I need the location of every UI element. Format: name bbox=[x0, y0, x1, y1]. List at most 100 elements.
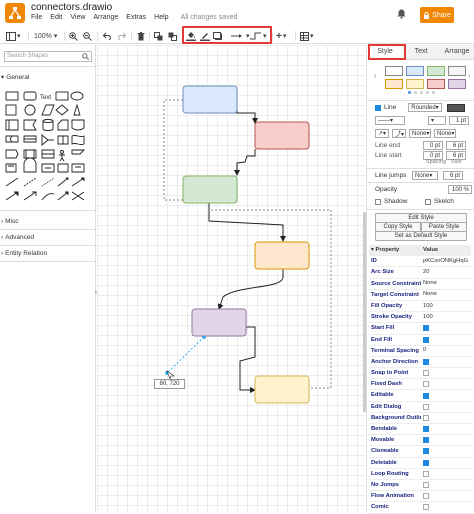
property-checkbox[interactable] bbox=[421, 469, 471, 479]
shadow-checkbox[interactable] bbox=[375, 198, 381, 205]
swatch-6[interactable] bbox=[406, 79, 424, 89]
menu-extras[interactable]: Extras bbox=[126, 14, 146, 21]
delete-icon[interactable] bbox=[137, 30, 145, 42]
selected-connector[interactable] bbox=[166, 336, 205, 374]
property-checkbox[interactable] bbox=[421, 480, 471, 490]
property-value[interactable]: 100 bbox=[421, 312, 471, 322]
set-default-style-button[interactable]: Set as Default Style bbox=[375, 231, 467, 241]
property-checkbox[interactable] bbox=[421, 390, 471, 400]
redo-icon[interactable] bbox=[117, 30, 126, 42]
menu-view[interactable]: View bbox=[70, 14, 85, 21]
section-misc[interactable]: › Misc bbox=[0, 215, 96, 227]
section-entity-relation[interactable]: › Entity Relation bbox=[0, 247, 96, 259]
line-pattern-select[interactable]: ——▾ bbox=[375, 116, 405, 125]
line-color-pick[interactable]: ▾ bbox=[428, 116, 446, 125]
line-style-select[interactable]: Rounded ▾ bbox=[408, 103, 443, 112]
line-jumps-select[interactable]: None ▾ bbox=[412, 171, 438, 180]
line-checkbox[interactable] bbox=[375, 104, 381, 111]
property-checkbox[interactable] bbox=[421, 402, 471, 412]
notification-bell-icon[interactable] bbox=[397, 9, 406, 21]
line-color-swatch[interactable] bbox=[447, 103, 466, 112]
property-checkbox[interactable] bbox=[421, 424, 471, 434]
property-value[interactable]: pKCsoONKgHqG bbox=[421, 256, 471, 266]
shape-green[interactable] bbox=[182, 175, 238, 204]
shape-yellow[interactable] bbox=[254, 375, 310, 404]
undo-icon[interactable] bbox=[103, 30, 112, 42]
menu-help[interactable]: Help bbox=[154, 14, 168, 21]
edge-style-select[interactable]: ⤴▾ bbox=[392, 129, 406, 138]
table-icon[interactable]: ▾ bbox=[300, 30, 314, 42]
format-panel-toggle-icon[interactable]: ▾ bbox=[6, 30, 21, 42]
insert-icon[interactable]: + ▾ bbox=[276, 30, 286, 42]
swatch-8[interactable] bbox=[448, 79, 466, 89]
swatch-page-dot[interactable] bbox=[426, 91, 429, 94]
file-name[interactable]: connectors.drawio bbox=[31, 2, 112, 13]
property-checkbox[interactable] bbox=[421, 323, 471, 333]
diagram-canvas[interactable]: 80, 720 bbox=[97, 45, 365, 512]
connector-green-orange[interactable] bbox=[208, 203, 286, 242]
swatch-page-dot[interactable] bbox=[432, 91, 435, 94]
line-end-arrow-select[interactable]: None ▾ bbox=[434, 129, 456, 138]
property-checkbox[interactable] bbox=[421, 435, 471, 445]
dashed-connector-left[interactable] bbox=[163, 99, 183, 201]
property-value[interactable]: None bbox=[421, 279, 471, 289]
property-value[interactable]: 20 bbox=[421, 267, 471, 277]
property-name: Cloneable bbox=[371, 448, 399, 455]
swatch-5[interactable] bbox=[385, 79, 403, 89]
general-shapes-grid[interactable]: Text bbox=[0, 88, 96, 208]
line-start-label: Line start bbox=[375, 152, 402, 159]
property-checkbox[interactable] bbox=[421, 458, 471, 468]
swatch-page-dot[interactable] bbox=[420, 91, 423, 94]
swatch-7[interactable] bbox=[427, 79, 445, 89]
share-button[interactable]: Share bbox=[420, 7, 454, 23]
shape-orange[interactable] bbox=[254, 241, 310, 270]
section-general[interactable]: ▾ General bbox=[0, 71, 96, 83]
tab-arrange[interactable]: Arrange bbox=[439, 45, 474, 59]
connector-orange-purple[interactable] bbox=[217, 269, 284, 310]
property-value[interactable]: 100 bbox=[421, 301, 471, 311]
shape-blue[interactable] bbox=[182, 85, 238, 114]
property-checkbox[interactable] bbox=[421, 413, 471, 423]
swatch-prev-icon[interactable]: ‹ bbox=[374, 71, 377, 80]
menu-arrange[interactable]: Arrange bbox=[93, 14, 118, 21]
to-back-icon[interactable] bbox=[168, 30, 178, 42]
menu-file[interactable]: File bbox=[31, 14, 42, 21]
search-shapes-input[interactable]: Search Shapes bbox=[4, 51, 92, 62]
property-value[interactable]: None bbox=[421, 290, 471, 300]
property-checkbox[interactable] bbox=[421, 379, 471, 389]
section-advanced[interactable]: › Advanced bbox=[0, 231, 96, 243]
zoom-in-icon[interactable] bbox=[69, 30, 78, 42]
property-checkbox[interactable] bbox=[421, 368, 471, 378]
sketch-checkbox[interactable] bbox=[425, 198, 431, 205]
connector-red-green[interactable] bbox=[234, 149, 256, 176]
property-checkbox[interactable] bbox=[421, 502, 471, 512]
swatch-page-dot[interactable] bbox=[408, 91, 411, 94]
connector-blue-red[interactable] bbox=[236, 100, 258, 124]
line-start-arrow-select[interactable]: None ▾ bbox=[409, 129, 431, 138]
to-front-icon[interactable] bbox=[154, 30, 164, 42]
swatch-page-dot[interactable] bbox=[414, 91, 417, 94]
zoom-select[interactable]: 100% ▾ bbox=[34, 30, 57, 42]
waypoint-style-select[interactable]: ↗▾ bbox=[375, 129, 389, 138]
line-end-size-input[interactable]: 6 pt bbox=[446, 141, 466, 150]
line-jumps-size-input[interactable]: 6 pt bbox=[443, 171, 463, 180]
opacity-input[interactable]: 100 % bbox=[448, 185, 472, 194]
swatch-3[interactable] bbox=[427, 66, 445, 76]
menu-edit[interactable]: Edit bbox=[50, 14, 62, 21]
dashed-connector-right[interactable] bbox=[208, 208, 332, 389]
line-width-input[interactable]: 1 pt bbox=[449, 116, 469, 125]
property-value[interactable]: 0 bbox=[421, 346, 471, 356]
zoom-out-icon[interactable] bbox=[83, 30, 92, 42]
swatch-next-icon[interactable]: › bbox=[468, 71, 471, 80]
property-checkbox[interactable] bbox=[421, 357, 471, 367]
property-checkbox[interactable] bbox=[421, 335, 471, 345]
swatch-4[interactable] bbox=[448, 66, 466, 76]
property-checkbox[interactable] bbox=[421, 491, 471, 501]
line-end-spacing-input[interactable]: 0 pt bbox=[423, 141, 443, 150]
property-checkbox[interactable] bbox=[421, 446, 471, 456]
shape-red[interactable] bbox=[254, 121, 310, 150]
swatch-1[interactable] bbox=[385, 66, 403, 76]
swatch-2[interactable] bbox=[406, 66, 424, 76]
tab-text[interactable]: Text bbox=[403, 45, 439, 59]
shape-purple[interactable] bbox=[191, 308, 247, 337]
